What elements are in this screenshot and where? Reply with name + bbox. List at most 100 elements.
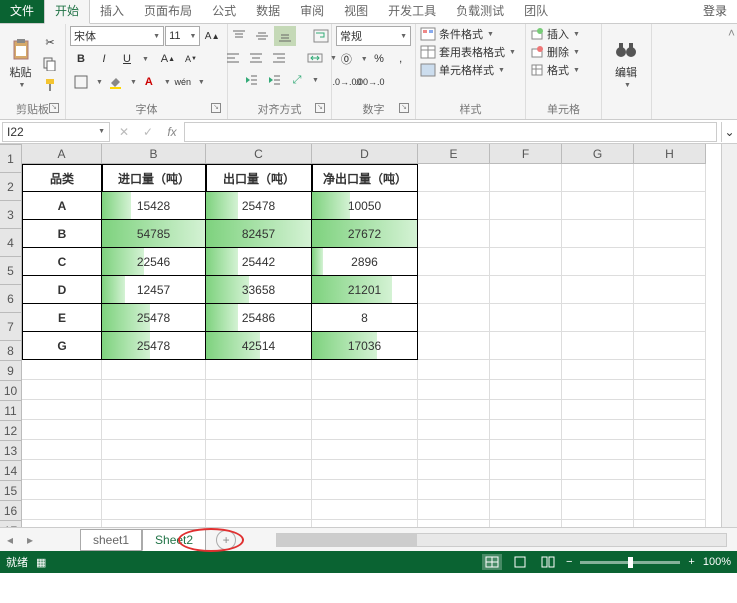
cell[interactable] [562,276,634,304]
tab-formulas[interactable]: 公式 [202,0,246,23]
cell[interactable] [22,400,102,420]
macro-record-icon[interactable]: ▦ [36,556,46,569]
cell[interactable]: 25486 [206,304,312,332]
align-bottom-button[interactable] [274,26,296,46]
tab-view[interactable]: 视图 [334,0,378,23]
increase-font-button[interactable]: A▲ [201,26,223,46]
tab-review[interactable]: 审阅 [290,0,334,23]
cell[interactable] [562,520,634,527]
cell[interactable]: 15428 [102,192,206,220]
col-header-B[interactable]: B [102,144,206,164]
font-name-select[interactable]: 宋体▼ [70,26,164,46]
row-header-15[interactable]: 15 [0,481,22,501]
cell[interactable] [418,400,490,420]
cell[interactable] [634,192,706,220]
font-color-button[interactable]: A [138,72,160,92]
cell[interactable] [418,360,490,380]
cell[interactable] [490,192,562,220]
cell[interactable] [490,304,562,332]
cell[interactable] [418,220,490,248]
cell[interactable] [418,420,490,440]
cell[interactable]: 27672 [312,220,418,248]
cell[interactable]: 17036 [312,332,418,360]
cell[interactable] [22,520,102,527]
tab-insert[interactable]: 插入 [90,0,134,23]
row-header-9[interactable]: 9 [0,361,22,381]
number-format-select[interactable]: 常规▼ [336,26,411,46]
cell[interactable] [562,440,634,460]
cell[interactable] [312,360,418,380]
cell[interactable] [312,400,418,420]
format-painter-button[interactable] [39,75,61,95]
sheet-nav-prev[interactable]: ▸ [20,533,40,547]
row-header-6[interactable]: 6 [0,285,22,313]
row-header-5[interactable]: 5 [0,257,22,285]
cell[interactable] [312,460,418,480]
row-header-10[interactable]: 10 [0,381,22,401]
cell[interactable]: 25478 [102,332,206,360]
copy-button[interactable] [39,54,61,74]
insert-function-button[interactable]: fx [160,122,184,142]
cell[interactable]: 8 [312,304,418,332]
zoom-slider[interactable] [580,561,680,564]
cell[interactable] [22,460,102,480]
cell[interactable] [418,276,490,304]
cells-area[interactable]: 品类进口量（吨）出口量（吨）净出口量（吨）A154282547810050B54… [22,164,721,527]
italic-button[interactable]: I [93,49,115,69]
cell[interactable] [102,500,206,520]
tab-file[interactable]: 文件 [0,0,44,23]
row-header-14[interactable]: 14 [0,461,22,481]
cell[interactable]: 12457 [102,276,206,304]
col-header-F[interactable]: F [490,144,562,164]
cell[interactable] [634,520,706,527]
decrease-font-size-button[interactable]: A▼ [180,49,202,69]
align-center-button[interactable] [245,48,267,68]
cell[interactable]: A [22,192,102,220]
cell[interactable] [490,520,562,527]
cell[interactable] [102,400,206,420]
cell[interactable] [206,460,312,480]
decrease-decimal-button[interactable]: .00→.0 [359,72,381,92]
cell[interactable] [562,400,634,420]
cell[interactable] [634,480,706,500]
cell[interactable] [490,164,562,192]
col-header-G[interactable]: G [562,144,634,164]
add-sheet-button[interactable]: + [216,530,236,550]
cell[interactable] [490,480,562,500]
format-as-table-button[interactable]: 套用表格格式▼ [420,44,521,60]
underline-button[interactable]: U [116,49,138,69]
expand-formula-bar-button[interactable]: ⌄ [721,122,737,142]
cell[interactable] [312,420,418,440]
cell[interactable] [102,360,206,380]
cell[interactable]: 25478 [206,192,312,220]
cell[interactable]: 33658 [206,276,312,304]
comma-button[interactable]: , [390,49,411,69]
align-middle-button[interactable] [251,26,273,46]
cell[interactable] [206,520,312,527]
cell[interactable] [490,500,562,520]
tab-developer[interactable]: 开发工具 [378,0,446,23]
cell[interactable] [634,400,706,420]
zoom-out-button[interactable]: − [566,556,572,568]
chevron-down-icon[interactable]: ▼ [130,79,137,86]
page-break-view-button[interactable] [538,554,558,570]
chevron-down-icon[interactable]: ▼ [96,79,103,86]
cell[interactable] [634,420,706,440]
row-header-8[interactable]: 8 [0,341,22,361]
cell[interactable] [102,420,206,440]
cell[interactable] [490,248,562,276]
cell[interactable] [22,380,102,400]
cell[interactable] [562,480,634,500]
col-header-H[interactable]: H [634,144,706,164]
collapse-ribbon-icon[interactable]: ˄ [728,26,735,40]
fx-enter-button[interactable]: ✓ [136,122,160,142]
merge-center-button[interactable] [304,48,326,68]
cell[interactable]: E [22,304,102,332]
cell[interactable]: 25478 [102,304,206,332]
cell[interactable] [206,380,312,400]
cell[interactable] [490,440,562,460]
cell[interactable] [562,380,634,400]
cell[interactable] [490,360,562,380]
cell[interactable]: 品类 [22,164,102,192]
cell[interactable]: 42514 [206,332,312,360]
